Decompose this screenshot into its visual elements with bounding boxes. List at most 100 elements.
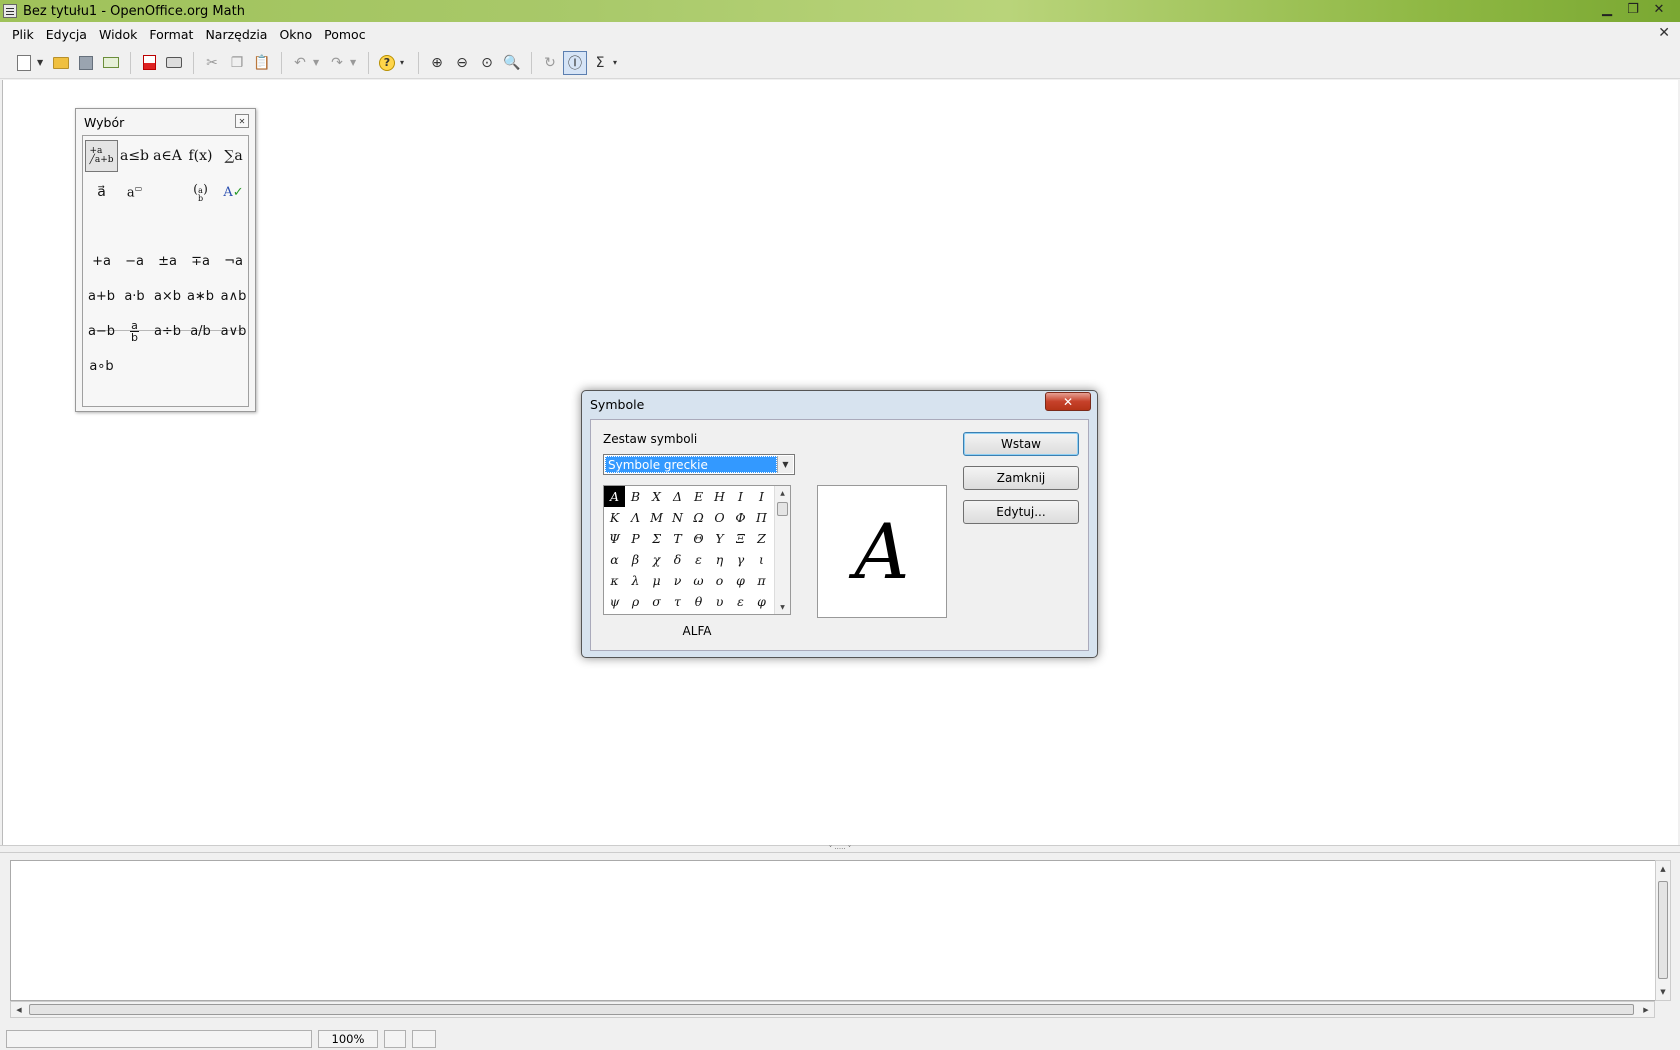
- zoom-100-icon[interactable]: ⊙: [475, 51, 499, 75]
- scrollbar-thumb[interactable]: [29, 1004, 1634, 1015]
- symbol-cell[interactable]: Τ: [667, 528, 688, 549]
- symbol-cell[interactable]: Α: [604, 486, 625, 507]
- symbol-cell[interactable]: Ε: [688, 486, 709, 507]
- symbol-cell[interactable]: Ψ: [604, 528, 625, 549]
- commands-editor[interactable]: [10, 860, 1657, 1001]
- symbol-cell[interactable]: Ι: [751, 486, 772, 507]
- symbol-cell[interactable]: σ: [646, 591, 667, 612]
- symbol-cell[interactable]: Κ: [604, 507, 625, 528]
- menu-view[interactable]: Widok: [93, 27, 143, 42]
- print-icon[interactable]: [162, 51, 186, 75]
- symbol-cell[interactable]: Ξ: [730, 528, 751, 549]
- brackets-button[interactable]: (a b): [184, 176, 217, 208]
- window-splitter[interactable]: ˅ ····· ˅: [0, 845, 1680, 853]
- symbol-cell[interactable]: γ: [730, 549, 751, 570]
- operator-a-circ-b[interactable]: a∘b: [85, 349, 118, 383]
- chevron-down-icon[interactable]: ▼: [777, 456, 793, 473]
- symbol-cell[interactable]: Δ: [667, 486, 688, 507]
- operator-a-ast-b[interactable]: a∗b: [184, 279, 217, 313]
- symbol-cell[interactable]: φ: [730, 570, 751, 591]
- scroll-up-icon[interactable]: ▲: [775, 487, 790, 499]
- new-icon[interactable]: [12, 51, 36, 75]
- edit-button[interactable]: Edytuj...: [963, 500, 1079, 524]
- update-icon[interactable]: ↻: [538, 51, 562, 75]
- symbol-cell[interactable]: μ: [646, 570, 667, 591]
- scroll-left-icon[interactable]: ◀: [12, 1002, 26, 1017]
- symbol-cell[interactable]: ω: [688, 570, 709, 591]
- scroll-down-icon[interactable]: ▼: [775, 601, 790, 613]
- symbol-cell[interactable]: ο: [709, 570, 730, 591]
- scrollbar-thumb[interactable]: [777, 502, 788, 516]
- symbol-set-select[interactable]: Symbole greckie ▼: [603, 454, 795, 475]
- toolbar-overflow-icon[interactable]: ▾: [613, 58, 621, 67]
- close-window-button[interactable]: ✕: [1646, 0, 1672, 18]
- symbol-cell[interactable]: Ρ: [625, 528, 646, 549]
- cut-icon[interactable]: ✂: [200, 51, 224, 75]
- symbol-cell[interactable]: Φ: [730, 507, 751, 528]
- insert-button[interactable]: Wstaw: [963, 432, 1079, 456]
- unary-binary-operators-button[interactable]: +a ╱a+b: [85, 140, 118, 172]
- symbol-cell[interactable]: Ο: [709, 507, 730, 528]
- operator-a-cdot-b[interactable]: a·b: [118, 279, 151, 313]
- open-icon[interactable]: [49, 51, 73, 75]
- operator-a-div-b[interactable]: a÷b: [151, 314, 184, 348]
- paste-icon[interactable]: 📋: [250, 51, 274, 75]
- minimize-button[interactable]: ▁: [1594, 0, 1620, 18]
- save-icon[interactable]: [74, 51, 98, 75]
- symbol-cell[interactable]: Υ: [709, 528, 730, 549]
- operators-button[interactable]: ∑a: [217, 140, 250, 172]
- symbol-cell[interactable]: Χ: [646, 486, 667, 507]
- operator-a-and-b[interactable]: a∧b: [217, 279, 250, 313]
- symbol-cell[interactable]: Σ: [646, 528, 667, 549]
- symbol-cell[interactable]: Η: [709, 486, 730, 507]
- operator-a-over-b[interactable]: ab: [118, 314, 151, 348]
- symbol-cell[interactable]: κ: [604, 570, 625, 591]
- operator-minus-a[interactable]: −a: [118, 244, 151, 278]
- operator-plusminus-a[interactable]: ±a: [151, 244, 184, 278]
- symbol-cell[interactable]: ψ: [604, 591, 625, 612]
- symbol-cell[interactable]: Ν: [667, 507, 688, 528]
- commands-horizontal-scrollbar[interactable]: ◀ ▶: [10, 1001, 1655, 1018]
- symbol-cell[interactable]: ν: [667, 570, 688, 591]
- symbol-cell[interactable]: Μ: [646, 507, 667, 528]
- menu-edit[interactable]: Edycja: [40, 27, 93, 42]
- symbol-cell[interactable]: ι: [751, 549, 772, 570]
- relations-button[interactable]: a≤b: [118, 140, 151, 172]
- symbol-cell[interactable]: β: [625, 549, 646, 570]
- formula-cursor-icon[interactable]: Ⓘ: [563, 50, 587, 75]
- symbol-cell[interactable]: ε: [688, 549, 709, 570]
- operator-a-times-b[interactable]: a×b: [151, 279, 184, 313]
- restore-button[interactable]: ❐: [1620, 0, 1646, 18]
- others-button[interactable]: a▭: [118, 176, 151, 208]
- operator-not-a[interactable]: ¬a: [217, 244, 250, 278]
- symbol-cell[interactable]: Π: [751, 507, 772, 528]
- symbol-cell[interactable]: υ: [709, 591, 730, 612]
- toolbar-overflow-icon[interactable]: ▾: [400, 58, 408, 67]
- symbol-cell[interactable]: Β: [625, 486, 646, 507]
- menu-window[interactable]: Okno: [273, 27, 318, 42]
- operator-a-slash-b[interactable]: a/b: [184, 314, 217, 348]
- operator-a-plus-b[interactable]: a+b: [85, 279, 118, 313]
- symbol-cell[interactable]: Ω: [688, 507, 709, 528]
- undo-icon[interactable]: ↶: [288, 51, 312, 75]
- symbol-cell[interactable]: π: [751, 570, 772, 591]
- email-icon[interactable]: [99, 51, 123, 75]
- menu-tools[interactable]: Narzędzia: [199, 27, 273, 42]
- close-document-icon[interactable]: ✕: [1658, 25, 1670, 41]
- dialog-close-button[interactable]: ✕: [1045, 392, 1091, 411]
- symbol-cell[interactable]: τ: [667, 591, 688, 612]
- symbol-cell[interactable]: Ζ: [751, 528, 772, 549]
- symbols-icon[interactable]: Σ: [588, 51, 612, 75]
- symbol-cell[interactable]: Λ: [625, 507, 646, 528]
- export-pdf-icon[interactable]: [137, 51, 161, 75]
- redo-dropdown-icon[interactable]: ▼: [350, 58, 358, 67]
- symbol-cell[interactable]: δ: [667, 549, 688, 570]
- zoom-in-icon[interactable]: ⊕: [425, 51, 449, 75]
- symbol-cell[interactable]: α: [604, 549, 625, 570]
- symbol-cell[interactable]: χ: [646, 549, 667, 570]
- scroll-up-icon[interactable]: ▲: [1656, 862, 1670, 876]
- symbol-cell[interactable]: η: [709, 549, 730, 570]
- scroll-right-icon[interactable]: ▶: [1639, 1002, 1653, 1017]
- operator-plus-a[interactable]: +a: [85, 244, 118, 278]
- zoom-out-icon[interactable]: ⊖: [450, 51, 474, 75]
